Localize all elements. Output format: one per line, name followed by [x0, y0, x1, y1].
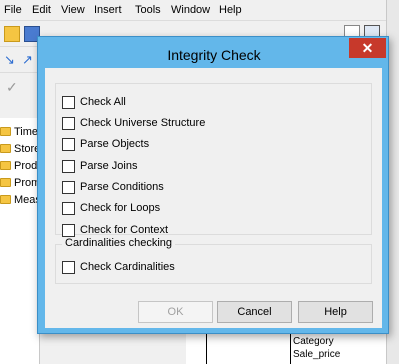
folder-icon	[0, 161, 11, 170]
folder-icon	[0, 144, 11, 153]
checkbox[interactable]	[62, 261, 75, 274]
tree-item[interactable]: Time	[0, 124, 40, 141]
help-button[interactable]: Help	[298, 301, 373, 323]
checkbox[interactable]	[62, 160, 75, 173]
close-icon: ✕	[361, 40, 374, 56]
menu-edit[interactable]: Edit	[32, 4, 51, 16]
check-label: Parse Objects	[80, 138, 150, 150]
check-label: Parse Joins	[80, 160, 138, 172]
tree-item[interactable]: Produ	[0, 158, 43, 175]
check-label: Check for Context	[80, 224, 169, 236]
menu-help[interactable]: Help	[219, 4, 242, 16]
menu-view[interactable]: View	[61, 4, 85, 16]
menu-bar: File Edit View Insert Tools Window Help	[0, 0, 399, 20]
group-label: Cardinalities checking	[62, 237, 175, 249]
tree-item[interactable]: Store	[0, 141, 40, 158]
tree-item[interactable]: Prom	[0, 175, 40, 192]
checks-group: Check All Check Universe Structure Parse…	[55, 83, 372, 237]
menu-tools[interactable]: Tools	[135, 4, 161, 16]
menu-window[interactable]: Window	[171, 4, 210, 16]
cardinalities-group: Cardinalities checking Check Cardinaliti…	[55, 237, 372, 284]
checkbox[interactable]	[62, 181, 75, 194]
tree-item-label: Time	[14, 126, 39, 138]
folder-icon	[0, 127, 11, 136]
check-label: Check Universe Structure	[80, 117, 206, 129]
class-tree: Time Store Produ Prom Meas	[0, 118, 43, 364]
menu-file[interactable]: File	[4, 4, 22, 16]
checkbox[interactable]	[62, 138, 75, 151]
open-folder-icon[interactable]	[4, 26, 20, 42]
ok-button[interactable]: OK	[138, 301, 213, 323]
dialog-body: Check All Check Universe Structure Parse…	[45, 68, 382, 328]
checkbox[interactable]	[62, 202, 75, 215]
check-label: Check Cardinalities	[80, 261, 175, 273]
check-label: Parse Conditions	[80, 181, 164, 193]
folder-icon	[0, 178, 11, 187]
arrow-icon[interactable]: ↘	[4, 52, 20, 68]
checkbox[interactable]	[62, 96, 75, 109]
checkbox[interactable]	[62, 117, 75, 130]
check-label: Check for Loops	[80, 202, 161, 214]
check-label: Check All	[80, 96, 126, 108]
tree-item[interactable]: Meas	[0, 192, 41, 209]
checkbox[interactable]	[62, 224, 75, 237]
table-column: Sale_price	[293, 349, 341, 360]
cancel-button[interactable]: Cancel	[217, 301, 292, 323]
check-mark-icon[interactable]: ✓	[6, 79, 22, 95]
integrity-check-dialog: Integrity Check ✕ Check All Check Univer…	[37, 36, 389, 334]
menu-insert[interactable]: Insert	[94, 4, 122, 16]
folder-icon	[0, 195, 11, 204]
pointer-icon[interactable]: ↗	[22, 52, 38, 68]
dialog-title: Integrity Check	[167, 47, 261, 63]
close-button[interactable]: ✕	[349, 38, 386, 58]
table-column: Category	[293, 336, 334, 347]
